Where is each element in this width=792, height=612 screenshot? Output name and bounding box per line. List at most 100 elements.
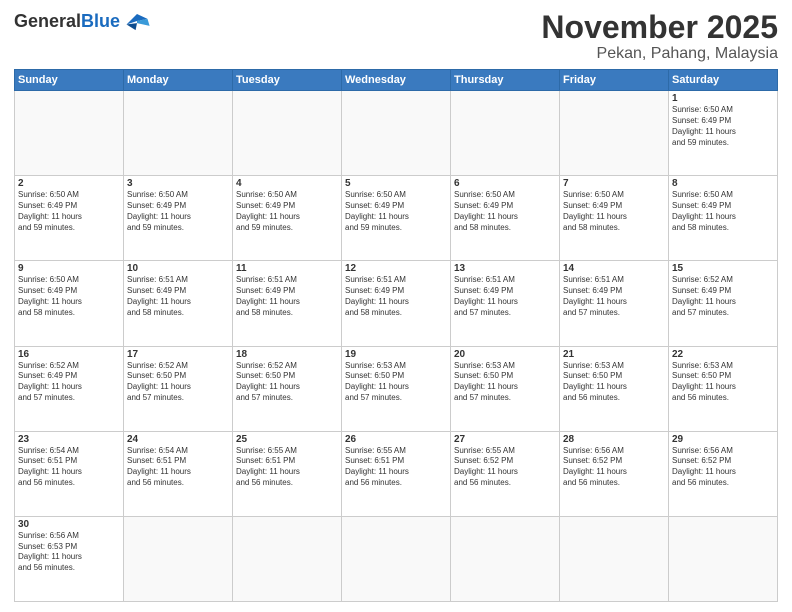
- calendar-day-cell: 24Sunrise: 6:54 AMSunset: 6:51 PMDayligh…: [124, 431, 233, 516]
- calendar-day-cell: [560, 516, 669, 601]
- calendar-day-cell: [124, 91, 233, 176]
- day-number: 4: [236, 178, 338, 189]
- day-number: 10: [127, 263, 229, 274]
- calendar-day-cell: 18Sunrise: 6:52 AMSunset: 6:50 PMDayligh…: [233, 346, 342, 431]
- page: GeneralBlue November 2025 Pekan, Pahang,…: [0, 0, 792, 612]
- day-number: 8: [672, 178, 774, 189]
- calendar-header: SundayMondayTuesdayWednesdayThursdayFrid…: [15, 70, 778, 91]
- calendar-day-cell: 19Sunrise: 6:53 AMSunset: 6:50 PMDayligh…: [342, 346, 451, 431]
- calendar-day-cell: 3Sunrise: 6:50 AMSunset: 6:49 PMDaylight…: [124, 176, 233, 261]
- day-number: 20: [454, 349, 556, 360]
- calendar-day-cell: [233, 91, 342, 176]
- day-number: 5: [345, 178, 447, 189]
- day-info: Sunrise: 6:51 AMSunset: 6:49 PMDaylight:…: [345, 275, 447, 318]
- day-number: 2: [18, 178, 120, 189]
- calendar-week-row: 1Sunrise: 6:50 AMSunset: 6:49 PMDaylight…: [15, 91, 778, 176]
- day-info: Sunrise: 6:51 AMSunset: 6:49 PMDaylight:…: [563, 275, 665, 318]
- calendar-title: November 2025: [541, 10, 778, 45]
- day-info: Sunrise: 6:50 AMSunset: 6:49 PMDaylight:…: [672, 105, 774, 148]
- day-info: Sunrise: 6:52 AMSunset: 6:49 PMDaylight:…: [18, 361, 120, 404]
- day-number: 1: [672, 93, 774, 104]
- day-info: Sunrise: 6:52 AMSunset: 6:49 PMDaylight:…: [672, 275, 774, 318]
- day-info: Sunrise: 6:56 AMSunset: 6:52 PMDaylight:…: [563, 446, 665, 489]
- calendar-day-cell: 29Sunrise: 6:56 AMSunset: 6:52 PMDayligh…: [669, 431, 778, 516]
- logo: GeneralBlue: [14, 10, 151, 32]
- day-number: 24: [127, 434, 229, 445]
- day-number: 27: [454, 434, 556, 445]
- day-number: 7: [563, 178, 665, 189]
- weekday-header-wednesday: Wednesday: [342, 70, 451, 91]
- calendar-day-cell: 17Sunrise: 6:52 AMSunset: 6:50 PMDayligh…: [124, 346, 233, 431]
- calendar-day-cell: [451, 91, 560, 176]
- calendar-day-cell: 7Sunrise: 6:50 AMSunset: 6:49 PMDaylight…: [560, 176, 669, 261]
- header: GeneralBlue November 2025 Pekan, Pahang,…: [14, 10, 778, 63]
- calendar-day-cell: 28Sunrise: 6:56 AMSunset: 6:52 PMDayligh…: [560, 431, 669, 516]
- weekday-header-friday: Friday: [560, 70, 669, 91]
- calendar-day-cell: [124, 516, 233, 601]
- calendar-day-cell: 9Sunrise: 6:50 AMSunset: 6:49 PMDaylight…: [15, 261, 124, 346]
- calendar-table: SundayMondayTuesdayWednesdayThursdayFrid…: [14, 69, 778, 602]
- calendar-day-cell: 6Sunrise: 6:50 AMSunset: 6:49 PMDaylight…: [451, 176, 560, 261]
- calendar-day-cell: 15Sunrise: 6:52 AMSunset: 6:49 PMDayligh…: [669, 261, 778, 346]
- day-info: Sunrise: 6:50 AMSunset: 6:49 PMDaylight:…: [18, 190, 120, 233]
- calendar-day-cell: 21Sunrise: 6:53 AMSunset: 6:50 PMDayligh…: [560, 346, 669, 431]
- day-info: Sunrise: 6:53 AMSunset: 6:50 PMDaylight:…: [563, 361, 665, 404]
- calendar-day-cell: 1Sunrise: 6:50 AMSunset: 6:49 PMDaylight…: [669, 91, 778, 176]
- calendar-day-cell: 13Sunrise: 6:51 AMSunset: 6:49 PMDayligh…: [451, 261, 560, 346]
- calendar-day-cell: [560, 91, 669, 176]
- day-number: 21: [563, 349, 665, 360]
- day-number: 18: [236, 349, 338, 360]
- calendar-week-row: 16Sunrise: 6:52 AMSunset: 6:49 PMDayligh…: [15, 346, 778, 431]
- day-number: 30: [18, 519, 120, 530]
- weekday-header-row: SundayMondayTuesdayWednesdayThursdayFrid…: [15, 70, 778, 91]
- day-info: Sunrise: 6:56 AMSunset: 6:52 PMDaylight:…: [672, 446, 774, 489]
- day-info: Sunrise: 6:53 AMSunset: 6:50 PMDaylight:…: [672, 361, 774, 404]
- day-info: Sunrise: 6:50 AMSunset: 6:49 PMDaylight:…: [127, 190, 229, 233]
- calendar-day-cell: [669, 516, 778, 601]
- day-number: 22: [672, 349, 774, 360]
- day-number: 14: [563, 263, 665, 274]
- day-number: 9: [18, 263, 120, 274]
- day-number: 12: [345, 263, 447, 274]
- day-number: 28: [563, 434, 665, 445]
- calendar-day-cell: 26Sunrise: 6:55 AMSunset: 6:51 PMDayligh…: [342, 431, 451, 516]
- day-info: Sunrise: 6:50 AMSunset: 6:49 PMDaylight:…: [454, 190, 556, 233]
- calendar-body: 1Sunrise: 6:50 AMSunset: 6:49 PMDaylight…: [15, 91, 778, 602]
- day-info: Sunrise: 6:55 AMSunset: 6:52 PMDaylight:…: [454, 446, 556, 489]
- logo-blue: Blue: [81, 11, 120, 32]
- calendar-day-cell: [233, 516, 342, 601]
- day-info: Sunrise: 6:54 AMSunset: 6:51 PMDaylight:…: [18, 446, 120, 489]
- day-info: Sunrise: 6:50 AMSunset: 6:49 PMDaylight:…: [563, 190, 665, 233]
- day-number: 29: [672, 434, 774, 445]
- day-number: 26: [345, 434, 447, 445]
- day-number: 13: [454, 263, 556, 274]
- calendar-day-cell: [15, 91, 124, 176]
- day-info: Sunrise: 6:51 AMSunset: 6:49 PMDaylight:…: [236, 275, 338, 318]
- calendar-subtitle: Pekan, Pahang, Malaysia: [541, 45, 778, 63]
- logo-general: General: [14, 11, 81, 32]
- day-info: Sunrise: 6:51 AMSunset: 6:49 PMDaylight:…: [127, 275, 229, 318]
- weekday-header-saturday: Saturday: [669, 70, 778, 91]
- day-info: Sunrise: 6:51 AMSunset: 6:49 PMDaylight:…: [454, 275, 556, 318]
- calendar-day-cell: 8Sunrise: 6:50 AMSunset: 6:49 PMDaylight…: [669, 176, 778, 261]
- day-info: Sunrise: 6:50 AMSunset: 6:49 PMDaylight:…: [345, 190, 447, 233]
- weekday-header-tuesday: Tuesday: [233, 70, 342, 91]
- day-info: Sunrise: 6:52 AMSunset: 6:50 PMDaylight:…: [236, 361, 338, 404]
- day-info: Sunrise: 6:53 AMSunset: 6:50 PMDaylight:…: [454, 361, 556, 404]
- calendar-week-row: 2Sunrise: 6:50 AMSunset: 6:49 PMDaylight…: [15, 176, 778, 261]
- calendar-day-cell: 20Sunrise: 6:53 AMSunset: 6:50 PMDayligh…: [451, 346, 560, 431]
- day-info: Sunrise: 6:50 AMSunset: 6:49 PMDaylight:…: [672, 190, 774, 233]
- calendar-day-cell: 23Sunrise: 6:54 AMSunset: 6:51 PMDayligh…: [15, 431, 124, 516]
- day-number: 16: [18, 349, 120, 360]
- day-info: Sunrise: 6:56 AMSunset: 6:53 PMDaylight:…: [18, 531, 120, 574]
- day-number: 17: [127, 349, 229, 360]
- calendar-day-cell: 5Sunrise: 6:50 AMSunset: 6:49 PMDaylight…: [342, 176, 451, 261]
- calendar-day-cell: [342, 91, 451, 176]
- logo-bird-icon: [123, 10, 151, 32]
- calendar-day-cell: 4Sunrise: 6:50 AMSunset: 6:49 PMDaylight…: [233, 176, 342, 261]
- day-number: 6: [454, 178, 556, 189]
- calendar-day-cell: 2Sunrise: 6:50 AMSunset: 6:49 PMDaylight…: [15, 176, 124, 261]
- calendar-week-row: 9Sunrise: 6:50 AMSunset: 6:49 PMDaylight…: [15, 261, 778, 346]
- calendar-day-cell: 10Sunrise: 6:51 AMSunset: 6:49 PMDayligh…: [124, 261, 233, 346]
- calendar-day-cell: 16Sunrise: 6:52 AMSunset: 6:49 PMDayligh…: [15, 346, 124, 431]
